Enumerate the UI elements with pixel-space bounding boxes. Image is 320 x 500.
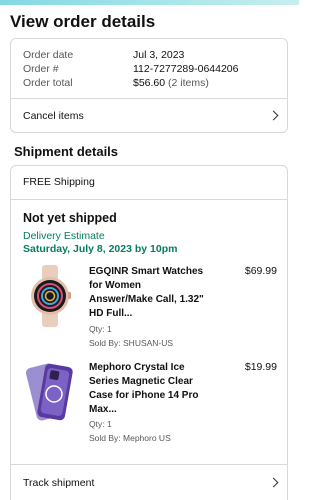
shipment-section-title: Shipment details [14, 144, 119, 159]
item-quantity: Qty: 1 [89, 419, 112, 429]
item-price: $69.99 [244, 265, 277, 277]
page-title: View order details [10, 12, 156, 31]
item-sold-by: Sold By: SHUSAN-US [89, 338, 174, 348]
order-number-label: Order # [23, 63, 59, 75]
shipment-card: FREE Shipping Not yet shipped Delivery E… [10, 165, 288, 465]
track-shipment-button[interactable]: Track shipment [10, 465, 288, 500]
order-total-value: $56.60 (2 items) [133, 77, 209, 89]
phone-case-image[interactable] [25, 361, 75, 423]
order-date-label: Order date [23, 49, 74, 61]
shipment-divider [11, 199, 287, 200]
cancel-items-button[interactable]: Cancel items [11, 99, 287, 133]
item-quantity: Qty: 1 [89, 324, 112, 334]
order-summary-card: Order date Jul 3, 2023 Order # 112-72772… [10, 38, 288, 133]
order-total-amount: $56.60 [133, 77, 166, 89]
chevron-right-icon [268, 477, 279, 487]
item-title[interactable]: EGQINR Smart Watches for Women Answer/Ma… [89, 265, 219, 321]
cancel-items-label: Cancel items [23, 110, 84, 122]
order-number-value: 112-7277289-0644206 [133, 63, 239, 75]
order-date-value: Jul 3, 2023 [133, 49, 185, 61]
delivery-estimate-date: Saturday, July 8, 2023 by 10pm [23, 243, 178, 255]
shipping-type: FREE Shipping [23, 176, 95, 188]
item-sold-by: Sold By: Mephoro US [89, 433, 171, 443]
item-title[interactable]: Mephoro Crystal Ice Series Magnetic Clea… [89, 361, 219, 417]
item-price: $19.99 [244, 361, 277, 373]
order-total-label: Order total [23, 77, 73, 89]
chevron-right-icon [268, 110, 279, 121]
track-shipment-label: Track shipment [23, 476, 95, 489]
order-item-count: (2 items) [168, 77, 209, 89]
smartwatch-image[interactable] [25, 265, 75, 327]
top-accent-strip [0, 0, 299, 5]
delivery-estimate-label: Delivery Estimate [23, 230, 105, 242]
shipment-status: Not yet shipped [23, 211, 117, 225]
